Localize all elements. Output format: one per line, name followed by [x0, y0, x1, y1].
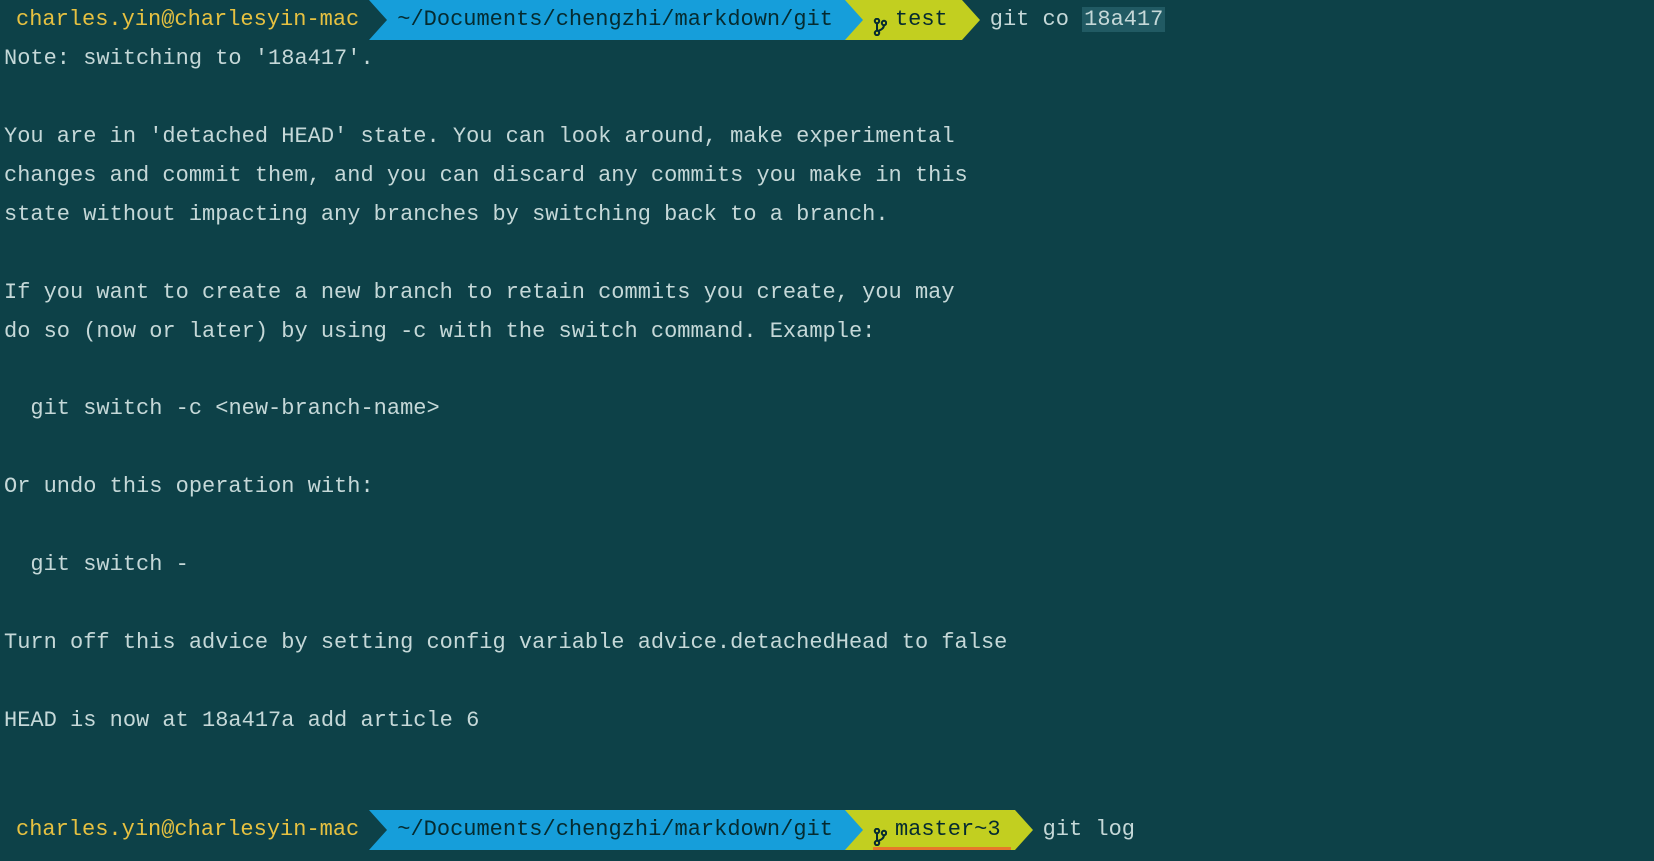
command-output: Note: switching to '18a417'. You are in …	[0, 40, 1654, 741]
path-segment: ~/Documents/chengzhi/markdown/git	[369, 0, 845, 40]
branch-segment: test	[845, 0, 962, 40]
output-line: Or undo this operation with:	[4, 468, 1654, 507]
output-line	[4, 352, 1654, 391]
branch-name: master~3	[895, 810, 1001, 850]
branch-name: test	[895, 0, 948, 40]
path-segment: ~/Documents/chengzhi/markdown/git	[369, 810, 845, 850]
output-line	[4, 507, 1654, 546]
output-line: git switch -c <new-branch-name>	[4, 390, 1654, 429]
output-line: changes and commit them, and you can dis…	[4, 157, 1654, 196]
output-line	[4, 235, 1654, 274]
command-segment: git co 18a417	[962, 0, 1176, 40]
user-host-segment: charles.yin@charlesyin-mac	[0, 0, 369, 40]
output-line: do so (now or later) by using -c with th…	[4, 313, 1654, 352]
command-segment[interactable]: git log	[1015, 810, 1145, 850]
git-branch-icon	[873, 821, 887, 839]
output-line: If you want to create a new branch to re…	[4, 274, 1654, 313]
output-line: HEAD is now at 18a417a add article 6	[4, 702, 1654, 741]
output-line	[4, 429, 1654, 468]
user-host-segment: charles.yin@charlesyin-mac	[0, 810, 369, 850]
output-line	[4, 663, 1654, 702]
output-line: You are in 'detached HEAD' state. You ca…	[4, 118, 1654, 157]
output-line: git switch -	[4, 546, 1654, 585]
terminal-window[interactable]: charles.yin@charlesyin-mac ~/Documents/c…	[0, 0, 1654, 741]
command-text: git log	[1043, 817, 1135, 842]
prompt-line-1: charles.yin@charlesyin-mac ~/Documents/c…	[0, 0, 1654, 40]
output-line: state without impacting any branches by …	[4, 196, 1654, 235]
output-line	[4, 585, 1654, 624]
prompt-line-2: charles.yin@charlesyin-mac ~/Documents/c…	[0, 810, 1654, 850]
output-line: Note: switching to '18a417'.	[4, 40, 1654, 79]
git-branch-icon	[873, 11, 887, 29]
command-text: git co	[990, 7, 1082, 32]
output-line	[4, 79, 1654, 118]
command-arg-highlight: 18a417	[1082, 7, 1165, 32]
branch-segment: master~3	[845, 810, 1015, 850]
output-line: Turn off this advice by setting config v…	[4, 624, 1654, 663]
